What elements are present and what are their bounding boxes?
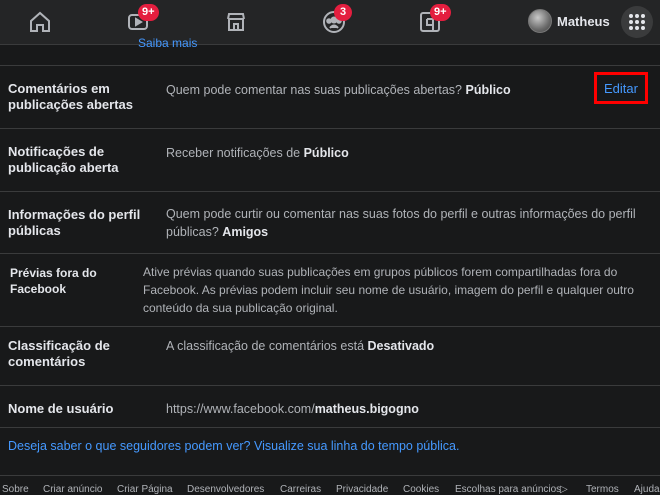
footer-link-privacy[interactable]: Privacidade [336, 484, 388, 495]
setting-row-public-post-notifications: Notificações de publicação aberta Recebe… [0, 128, 660, 191]
footer-link-terms[interactable]: Termos [586, 484, 619, 495]
watch-badge: 9+ [138, 4, 159, 21]
setting-label: Informações do perfil públicas [8, 207, 141, 238]
avatar [528, 9, 552, 33]
groups-badge: 3 [334, 4, 352, 21]
setting-description: https://www.facebook.com/matheus.bigogno [166, 402, 419, 416]
setting-description: Quem pode curtir ou comentar nas suas fo… [166, 207, 636, 239]
view-public-timeline-link[interactable]: Deseja saber o que seguidores podem ver?… [8, 439, 459, 453]
setting-row-public-profile-info: Informações do perfil públicas Quem pode… [0, 191, 660, 253]
setting-row-public-comments: Comentários em publicações abertas Quem … [0, 65, 660, 128]
gaming-icon[interactable]: 9+ [414, 4, 451, 38]
setting-description: Ative prévias quando suas publicações em… [143, 265, 634, 315]
setting-description: Receber notificações de Público [166, 146, 349, 160]
footer-divider [0, 475, 660, 476]
setting-label: Prévias fora do Facebook [10, 266, 97, 296]
setting-label: Comentários em publicações abertas [8, 81, 133, 112]
home-icon[interactable] [24, 6, 56, 38]
setting-label: Classificação de comentários [8, 338, 110, 369]
menu-grid-button[interactable] [621, 6, 653, 38]
footer-link-create-page[interactable]: Criar Página [117, 484, 173, 495]
menu-grid-icon [629, 14, 645, 30]
edit-button[interactable]: Editar [604, 81, 638, 96]
top-navigation-bar: 9+ 3 9+ Matheus [0, 0, 660, 45]
setting-description: A classificação de comentários está Desa… [166, 339, 435, 353]
setting-description: Quem pode comentar nas suas publicações … [166, 83, 511, 97]
setting-row-username: Nome de usuário https://www.facebook.com… [0, 385, 660, 427]
ad-choices-icon: ▷ [560, 484, 568, 495]
footer-link-cookies[interactable]: Cookies [403, 484, 439, 495]
marketplace-icon[interactable] [220, 6, 252, 38]
footer-link-careers[interactable]: Carreiras [280, 484, 321, 495]
footer-link-help[interactable]: Ajuda [634, 484, 660, 495]
footer-link-create-ad[interactable]: Criar anúncio [43, 484, 102, 495]
footer-link-developers[interactable]: Desenvolvedores [187, 484, 264, 495]
footer-link-about[interactable]: Sobre [2, 484, 29, 495]
groups-icon[interactable]: 3 [318, 4, 352, 38]
profile-shortcut[interactable]: Matheus [528, 9, 610, 33]
watch-icon[interactable]: 9+ [122, 4, 159, 38]
gaming-badge: 9+ [430, 4, 451, 21]
footer-link-ad-choices[interactable]: Escolhas para anúncios [455, 484, 561, 495]
setting-label: Nome de usuário [8, 401, 114, 416]
divider [0, 427, 660, 428]
setting-label: Notificações de publicação aberta [8, 144, 119, 175]
profile-name: Matheus [557, 13, 610, 29]
setting-row-off-facebook-previews: Prévias fora do Facebook Ative prévias q… [0, 253, 660, 326]
learn-more-link[interactable]: Saiba mais [138, 36, 197, 50]
setting-row-comment-ranking: Classificação de comentários A classific… [0, 326, 660, 385]
edit-highlight: Editar [594, 72, 648, 104]
